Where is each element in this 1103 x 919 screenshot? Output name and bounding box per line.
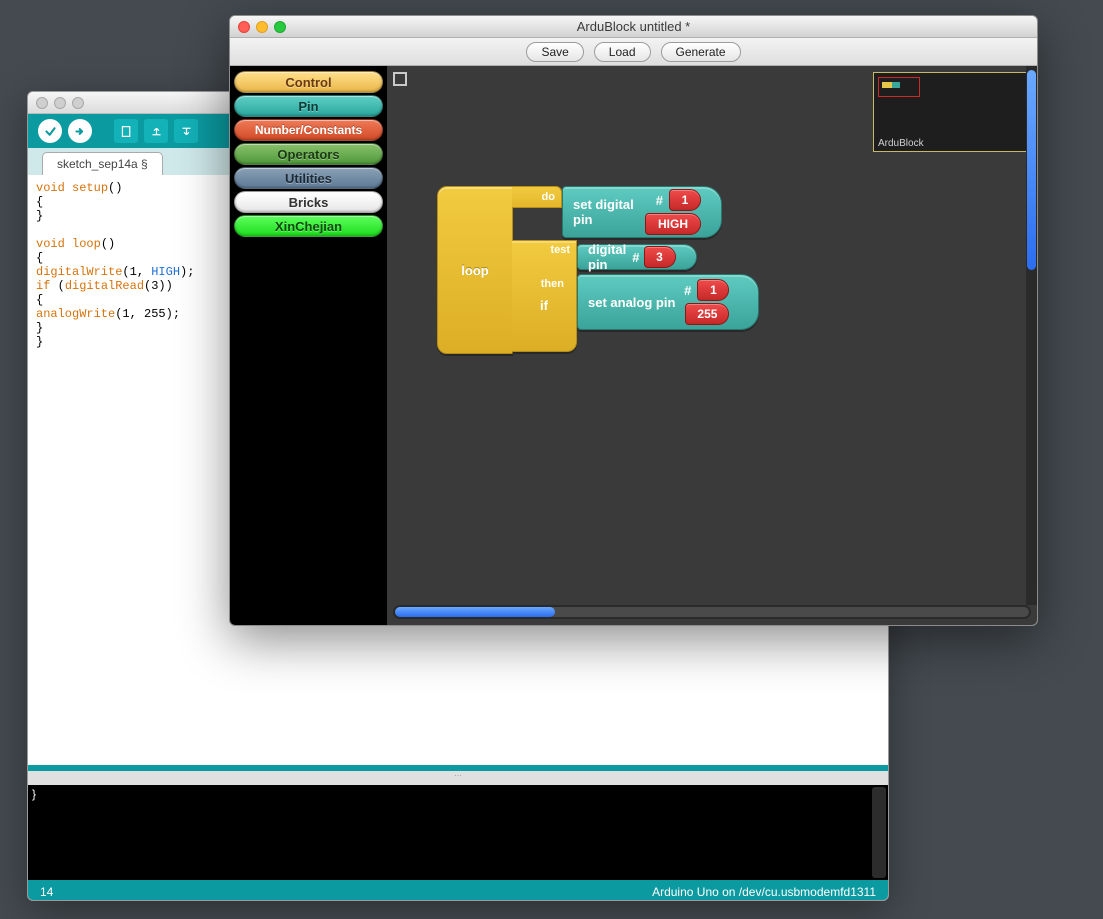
- ardublock-toolbar: Save Load Generate: [230, 38, 1037, 66]
- block-canvas[interactable]: ArduBlock loop do test if then: [387, 66, 1037, 605]
- pin-value[interactable]: 1: [669, 189, 701, 211]
- block-program[interactable]: loop do test if then set digital pin #: [437, 186, 513, 354]
- save-sketch-button[interactable]: [174, 119, 198, 143]
- block-palette: Control Pin Number/Constants Operators U…: [230, 66, 387, 625]
- traffic-zoom-icon[interactable]: [72, 97, 84, 109]
- palette-pin[interactable]: Pin: [234, 95, 383, 117]
- status-line-number: 14: [40, 885, 53, 899]
- traffic-close-icon[interactable]: [36, 97, 48, 109]
- horizontal-scroll-thumb[interactable]: [395, 607, 555, 617]
- traffic-min-icon[interactable]: [54, 97, 66, 109]
- palette-utilities[interactable]: Utilities: [234, 167, 383, 189]
- hash-icon: #: [632, 250, 639, 265]
- window-title: ArduBlock untitled *: [230, 19, 1037, 34]
- pin-value[interactable]: 3: [644, 246, 676, 268]
- zoom-icon[interactable]: [274, 21, 286, 33]
- hash-icon: #: [656, 193, 663, 208]
- pin-value[interactable]: 1: [697, 279, 729, 301]
- horizontal-scrollbar[interactable]: [393, 605, 1031, 619]
- save-button[interactable]: Save: [526, 42, 583, 62]
- verify-button[interactable]: [38, 119, 62, 143]
- arduino-status-bar: 14 Arduino Uno on /dev/cu.usbmodemfd1311: [28, 880, 888, 901]
- palette-bricks[interactable]: Bricks: [234, 191, 383, 213]
- vertical-scroll-thumb[interactable]: [1027, 70, 1036, 270]
- digital-pin-block[interactable]: digital pin # 3: [577, 244, 697, 270]
- loop-do-label: do: [512, 186, 562, 208]
- vertical-scrollbar[interactable]: [1026, 66, 1037, 605]
- if-label: if: [512, 259, 576, 351]
- set-digital-pin-label: set digital pin: [573, 197, 635, 227]
- open-sketch-button[interactable]: [144, 119, 168, 143]
- set-analog-pin-block[interactable]: set analog pin # 1 255: [577, 274, 759, 330]
- ardublock-window: ArduBlock untitled * Save Load Generate …: [229, 15, 1038, 626]
- minimap-block-icon: [882, 82, 900, 88]
- upload-button[interactable]: [68, 119, 92, 143]
- minimap[interactable]: ArduBlock: [873, 72, 1031, 152]
- digital-pin-label: digital pin: [588, 242, 626, 272]
- palette-xinchejian[interactable]: XinChejian: [234, 215, 383, 237]
- close-icon[interactable]: [238, 21, 250, 33]
- hash-icon: #: [684, 283, 691, 298]
- minimap-label: ArduBlock: [878, 138, 924, 149]
- loop-block[interactable]: loop: [437, 186, 513, 354]
- generate-button[interactable]: Generate: [661, 42, 741, 62]
- new-sketch-button[interactable]: [114, 119, 138, 143]
- load-button[interactable]: Load: [594, 42, 651, 62]
- console-drag-handle[interactable]: ⋯: [28, 771, 888, 785]
- palette-number-constants[interactable]: Number/Constants: [234, 119, 383, 141]
- if-then-label: then: [535, 275, 570, 293]
- loop-label: loop: [461, 263, 488, 278]
- ardublock-titlebar[interactable]: ArduBlock untitled *: [230, 16, 1037, 38]
- palette-operators[interactable]: Operators: [234, 143, 383, 165]
- console-scrollbar[interactable]: [872, 787, 886, 878]
- digital-value[interactable]: HIGH: [645, 213, 701, 235]
- canvas-collapse-icon[interactable]: [393, 72, 407, 86]
- analog-value[interactable]: 255: [685, 303, 729, 325]
- if-test-label: test: [544, 241, 576, 259]
- arduino-console: }: [28, 785, 888, 880]
- palette-control[interactable]: Control: [234, 71, 383, 93]
- sketch-tab[interactable]: sketch_sep14a §: [42, 152, 163, 175]
- set-analog-pin-label: set analog pin: [588, 295, 675, 310]
- minimize-icon[interactable]: [256, 21, 268, 33]
- if-block[interactable]: test if then: [512, 240, 577, 352]
- set-digital-pin-block[interactable]: set digital pin # 1 HIGH: [562, 186, 722, 238]
- status-board-port: Arduino Uno on /dev/cu.usbmodemfd1311: [652, 885, 876, 899]
